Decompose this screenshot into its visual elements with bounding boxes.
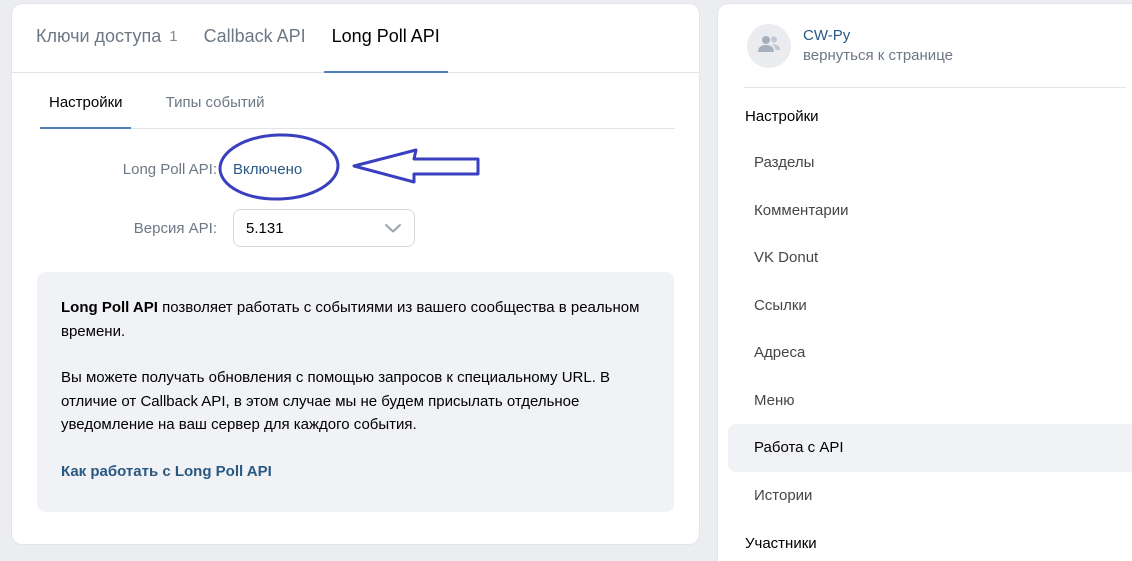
menu-section-settings[interactable]: Настройки: [718, 92, 1132, 139]
menu-section-members[interactable]: Участники: [718, 519, 1132, 561]
info-paragraph-1: Long Poll API позволяет работать с событ…: [61, 296, 650, 343]
menu-item-links[interactable]: Ссылки: [718, 282, 1132, 330]
api-version-value: 5.131: [246, 219, 284, 237]
sub-tabs: Настройки Типы событий: [40, 73, 675, 129]
menu-item-sections[interactable]: Разделы: [718, 139, 1132, 187]
menu-item-stories[interactable]: Истории: [718, 472, 1132, 520]
api-version-label: Версия API:: [133, 219, 217, 237]
api-version-row: Версия API: 5.131: [12, 209, 699, 247]
chevron-down-icon: [384, 222, 402, 234]
menu-item-vk-donut[interactable]: VK Donut: [718, 234, 1132, 282]
side-menu: Настройки Разделы Комментарии VK Donut С…: [718, 92, 1132, 561]
subtab-event-types[interactable]: Типы событий: [157, 76, 265, 128]
tab-counter: 1: [169, 27, 178, 45]
menu-item-addresses[interactable]: Адреса: [718, 329, 1132, 377]
tab-label: Callback API: [203, 25, 306, 46]
menu-item-menu[interactable]: Меню: [718, 377, 1132, 425]
api-version-select[interactable]: 5.131: [233, 209, 415, 247]
tab-access-keys[interactable]: Ключи доступа 1: [36, 4, 178, 72]
divider: [744, 87, 1126, 88]
subtab-label: Настройки: [49, 93, 123, 111]
community-sidebar: CW-Py вернуться к странице Настройки Раз…: [718, 4, 1132, 561]
tab-long-poll-api[interactable]: Long Poll API: [323, 4, 448, 73]
top-tabs: Ключи доступа 1 Callback API Long Poll A…: [12, 4, 699, 73]
page: Ключи доступа 1 Callback API Long Poll A…: [0, 0, 1132, 561]
users-icon: [757, 34, 781, 59]
longpoll-status-toggle[interactable]: Включено: [233, 161, 302, 178]
info-bold: Long Poll API: [61, 299, 158, 316]
avatar: [747, 24, 791, 68]
api-settings-card: Ключи доступа 1 Callback API Long Poll A…: [12, 4, 699, 544]
tab-callback-api[interactable]: Callback API: [204, 4, 306, 72]
group-name[interactable]: CW-Py: [803, 26, 953, 46]
menu-item-api[interactable]: Работа с API: [728, 424, 1132, 472]
how-to-link[interactable]: Как работать с Long Poll API: [61, 460, 272, 484]
menu-item-comments[interactable]: Комментарии: [718, 187, 1132, 235]
subtab-label: Типы событий: [165, 93, 265, 111]
tab-label: Long Poll API: [331, 25, 440, 46]
group-text: CW-Py вернуться к странице: [803, 26, 953, 66]
longpoll-status-label: Long Poll API:: [122, 160, 217, 178]
info-paragraph-2: Вы можете получать обновления с помощью …: [61, 369, 611, 433]
longpoll-status-row: Long Poll API: Включено: [12, 158, 699, 180]
tab-label: Ключи доступа: [36, 25, 162, 46]
subtab-settings[interactable]: Настройки: [40, 76, 131, 129]
back-to-page-link[interactable]: вернуться к странице: [803, 46, 953, 66]
group-header[interactable]: CW-Py вернуться к странице: [747, 24, 953, 68]
info-box: Long Poll API позволяет работать с событ…: [37, 272, 674, 512]
